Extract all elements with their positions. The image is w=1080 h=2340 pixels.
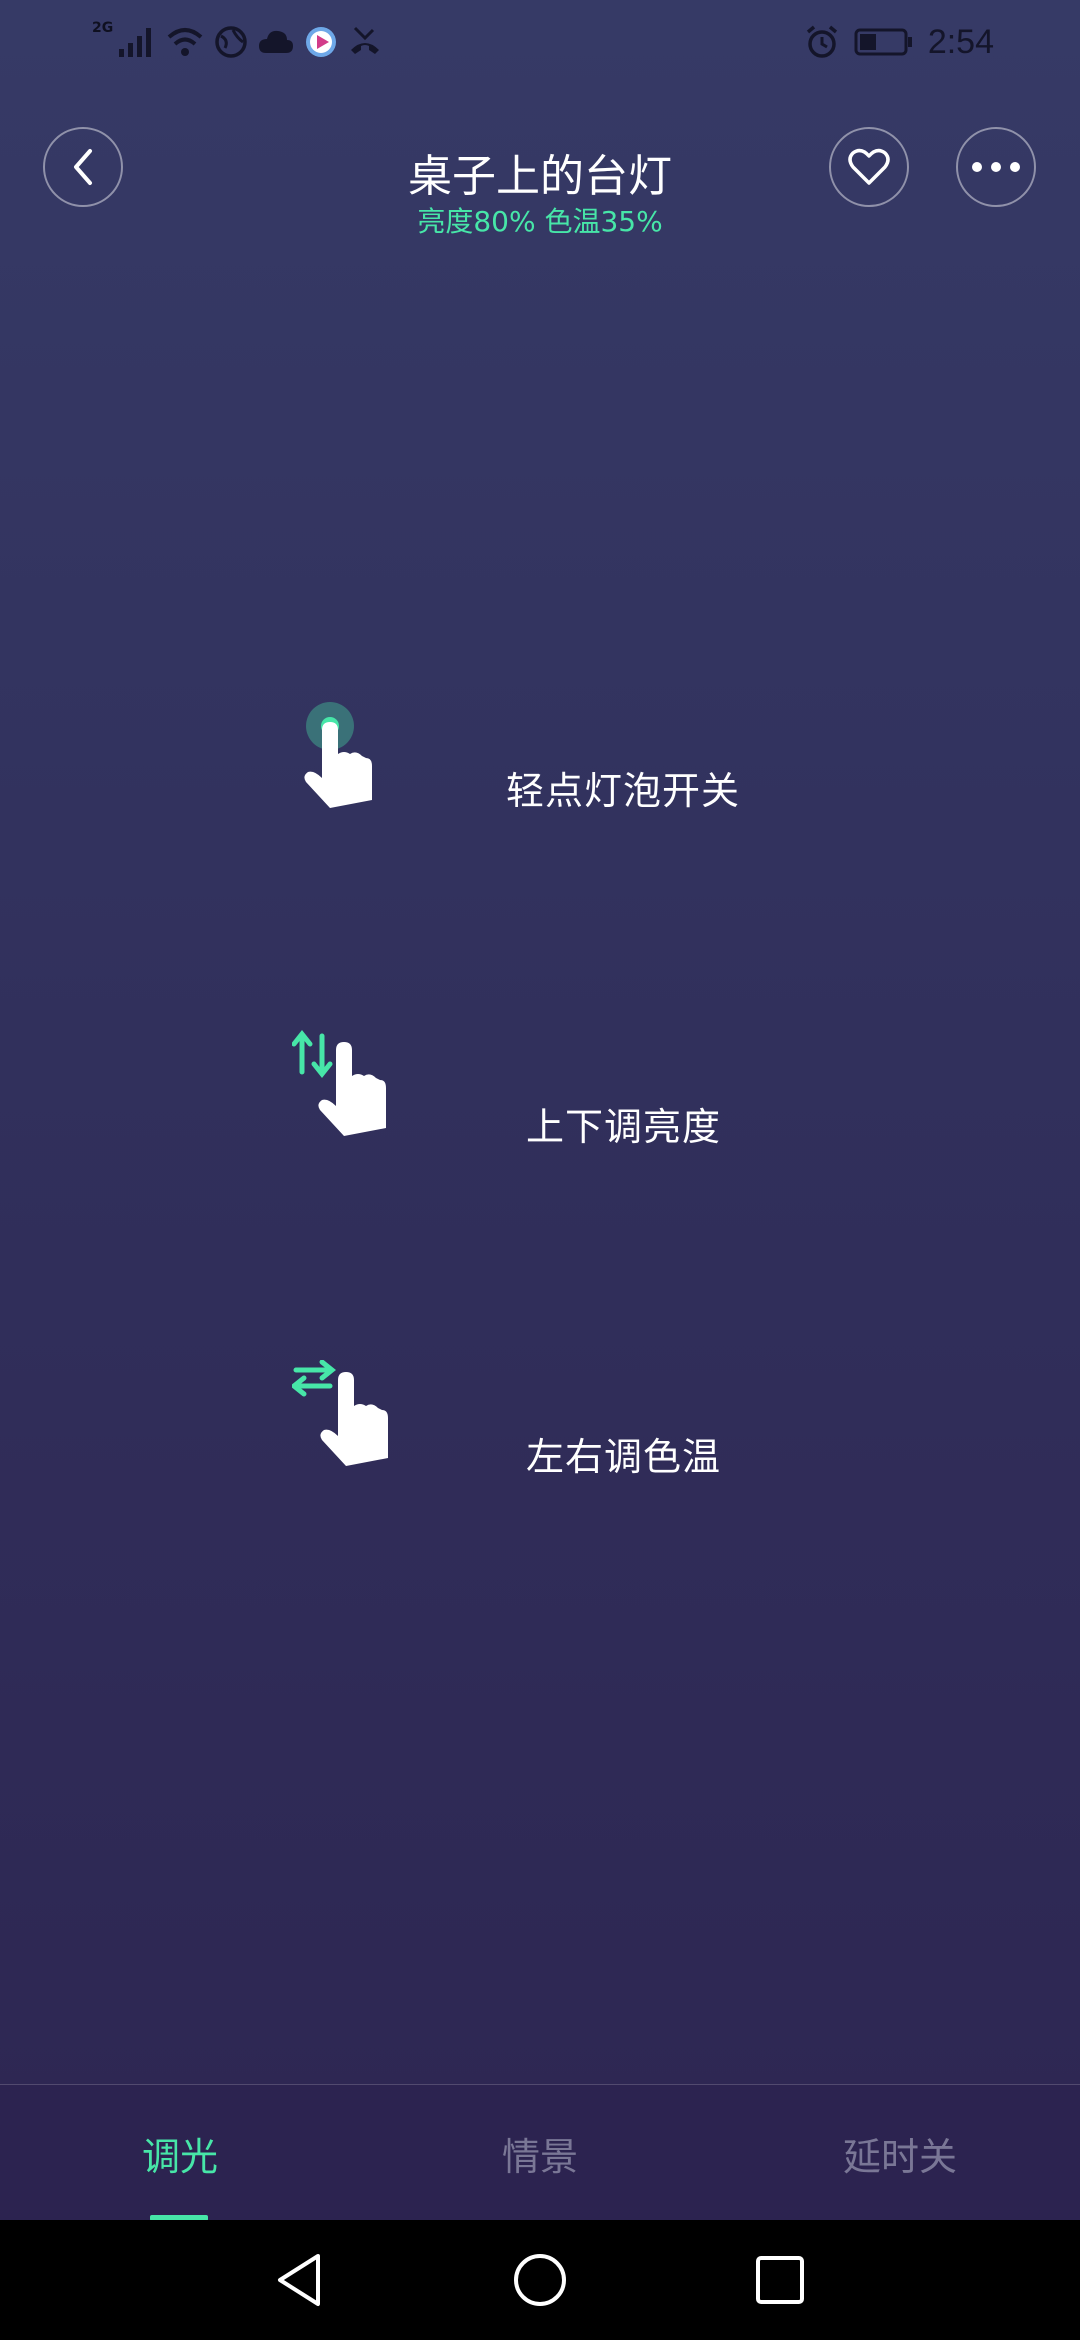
favorite-button[interactable] [829, 127, 909, 207]
system-navigation-bar [0, 2220, 1080, 2340]
clock-time: 2:54 [927, 22, 994, 61]
bottom-tab-bar: 调光 情景 延时关 [0, 2084, 1080, 2221]
gesture-label-tap: 轻点灯泡开关 [506, 769, 741, 813]
more-dots-icon [972, 162, 1020, 172]
signal-icon [119, 28, 152, 57]
media-app-icon [306, 27, 337, 57]
status-right-icons: 2:54 [804, 20, 994, 64]
heart-icon [848, 148, 890, 185]
gesture-label-vertical: 上下调亮度 [526, 1105, 722, 1149]
tab-timer-off[interactable]: 延时关 [720, 2085, 1080, 2221]
network-type-label: 2G [92, 20, 114, 36]
gesture-label-horizontal: 左右调色温 [526, 1435, 722, 1479]
globe-icon [215, 26, 247, 58]
more-options-button[interactable] [956, 127, 1036, 207]
battery-icon [854, 28, 912, 56]
nav-home-icon[interactable] [510, 2250, 570, 2310]
wifi-icon [167, 28, 203, 56]
tap-gesture-icon [304, 702, 372, 808]
status-bar: 2G 2:54 [0, 0, 1080, 84]
tab-dimming[interactable]: 调光 [0, 2085, 360, 2221]
missed-call-icon [351, 26, 380, 54]
gesture-hint-vertical: 上下调亮度 [0, 1030, 1080, 1170]
gesture-hint-tap: 轻点灯泡开关 [0, 700, 1080, 840]
tab-scenes[interactable]: 情景 [360, 2085, 720, 2221]
horizontal-swipe-icon [292, 1360, 388, 1466]
lamp-status-subtitle: 亮度80% 色温35% [417, 205, 663, 238]
tab-timer-off-label: 延时关 [842, 2134, 957, 2179]
nav-back-icon[interactable] [270, 2250, 330, 2310]
nav-recents-icon[interactable] [750, 2250, 810, 2310]
vertical-swipe-icon [292, 1030, 386, 1136]
tab-dimming-label: 调光 [141, 2134, 218, 2179]
tab-scenes-label: 情景 [501, 2134, 578, 2179]
status-left-icons: 2G [92, 20, 383, 64]
page-title: 桌子上的台灯 [408, 151, 672, 202]
lamp-control-screen: 2G 2:54 桌子上的台灯 亮度80% 色温35% 轻点灯泡开关 上下调亮度 … [0, 0, 1080, 2340]
cloud-icon [259, 30, 294, 53]
gesture-hint-horizontal: 左右调色温 [0, 1360, 1080, 1500]
alarm-icon [806, 25, 837, 58]
